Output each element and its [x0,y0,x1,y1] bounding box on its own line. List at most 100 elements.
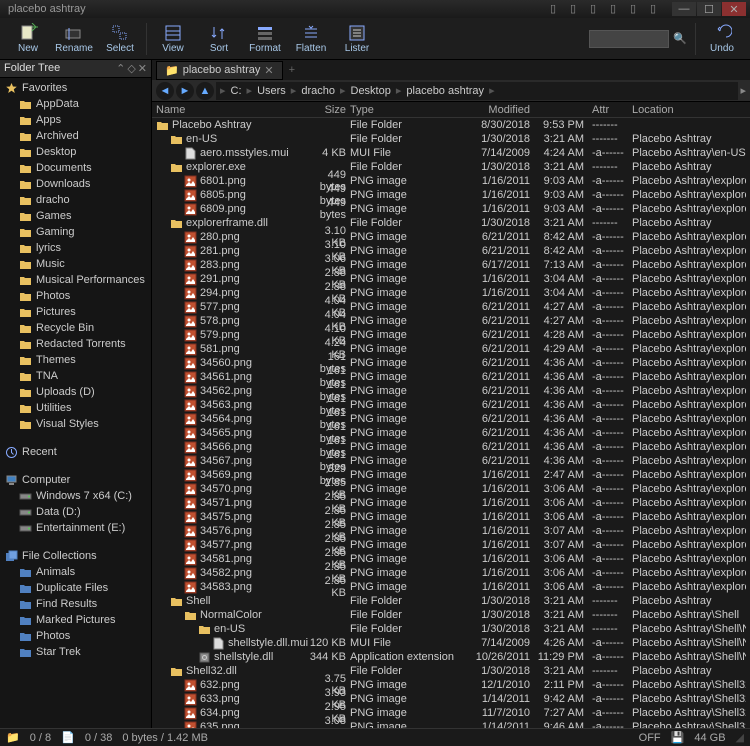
pin-icon[interactable]: ◇ [127,62,135,75]
file-row[interactable]: 578.png4.04 KBPNG image6/21/20114:27 AM-… [152,314,750,328]
sort-button[interactable]: Sort [197,21,241,56]
tab-add-icon[interactable]: + [283,64,301,76]
file-row[interactable]: 34577.png2.85 KBPNG image1/16/20113:07 A… [152,538,750,552]
sys-icon[interactable]: ▯ [610,2,624,16]
up-button[interactable]: ▲ [196,82,214,100]
select-button[interactable]: Select [98,21,142,56]
file-row[interactable]: 34560.png161 bytesPNG image6/21/20114:36… [152,356,750,370]
tree-fav-item[interactable]: Redacted Torrents [0,336,151,352]
file-row[interactable]: en-USFile Folder1/30/20183:21 AM-------P… [152,132,750,146]
search-input[interactable] [589,30,669,48]
tree-fav-item[interactable]: Apps [0,112,151,128]
file-row[interactable]: 34576.png2.85 KBPNG image1/16/20113:07 A… [152,524,750,538]
file-row[interactable]: shellstyle.dll344 KBApplication extensio… [152,650,750,664]
tree-fav-item[interactable]: Documents [0,160,151,176]
file-row[interactable]: 34583.png2.85 KBPNG image1/16/20113:06 A… [152,580,750,594]
file-row[interactable]: 581.png4.24 KBPNG image6/21/20114:29 AM-… [152,342,750,356]
breadcrumb-segment[interactable]: C: [228,85,245,97]
column-headers[interactable]: Name Size Type Modified Attr Location [152,102,750,118]
file-row[interactable]: Shell32.dllFile Folder1/30/20183:21 AM--… [152,664,750,678]
tree-computer[interactable]: Computer [0,472,151,488]
tree-coll-item[interactable]: Duplicate Files [0,580,151,596]
tree-collections[interactable]: File Collections [0,548,151,564]
tree-fav-item[interactable]: Archived [0,128,151,144]
tree-fav-item[interactable]: Photos [0,288,151,304]
tree-fav-item[interactable]: lyrics [0,240,151,256]
maximize-button[interactable]: ☐ [697,2,721,16]
file-row[interactable]: 34581.png2.85 KBPNG image1/16/20113:06 A… [152,552,750,566]
breadcrumb-segment[interactable]: Users [254,85,289,97]
file-row[interactable]: en-USFile Folder1/30/20183:21 AM-------P… [152,622,750,636]
tree-fav-item[interactable]: Pictures [0,304,151,320]
file-row[interactable]: 634.png2.95 KBPNG image11/7/20107:27 AM-… [152,706,750,720]
file-row[interactable]: 291.png2.88 KBPNG image1/16/20113:04 AM-… [152,272,750,286]
tree-fav-item[interactable]: Downloads [0,176,151,192]
file-row[interactable]: NormalColorFile Folder1/30/20183:21 AM--… [152,608,750,622]
tree-favorites[interactable]: Favorites [0,80,151,96]
file-row[interactable]: explorerframe.dllFile Folder1/30/20183:2… [152,216,750,230]
view-button[interactable]: View [151,21,195,56]
file-row[interactable]: 34563.png161 bytesPNG image6/21/20114:36… [152,398,750,412]
file-row[interactable]: 632.png3.75 KBPNG image12/1/20102:11 PM-… [152,678,750,692]
nav-more-icon[interactable]: ▸ [740,84,746,97]
file-row[interactable]: 34566.png161 bytesPNG image6/21/20114:36… [152,440,750,454]
minimize-button[interactable]: — [672,2,696,16]
forward-button[interactable]: ► [176,82,194,100]
file-list[interactable]: Placebo AshtrayFile Folder8/30/20189:53 … [152,118,750,728]
file-row[interactable]: 294.png2.88 KBPNG image1/16/20113:04 AM-… [152,286,750,300]
search-icon[interactable]: 🔍 [673,32,687,45]
file-row[interactable]: 6805.png449 bytesPNG image1/16/20119:03 … [152,188,750,202]
grip-icon[interactable]: ◢ [736,731,744,744]
breadcrumb[interactable]: ▸C:▸Users▸dracho▸Desktop▸placebo ashtray… [216,82,738,100]
file-row[interactable]: 34567.png161 bytesPNG image6/21/20114:36… [152,454,750,468]
file-row[interactable]: 34571.png2.85 KBPNG image1/16/20113:06 A… [152,496,750,510]
file-row[interactable]: 34575.png2.85 KBPNG image1/16/20113:06 A… [152,510,750,524]
file-row[interactable]: 633.png3.93 KBPNG image1/14/20119:42 AM-… [152,692,750,706]
tree-fav-item[interactable]: Music [0,256,151,272]
tree-fav-item[interactable]: Utilities [0,400,151,416]
tree-coll-item[interactable]: Marked Pictures [0,612,151,628]
tree-fav-item[interactable]: Recycle Bin [0,320,151,336]
tree-fav-item[interactable]: Themes [0,352,151,368]
file-row[interactable]: explorer.exeFile Folder1/30/20183:21 AM-… [152,160,750,174]
format-button[interactable]: Format [243,21,287,56]
file-row[interactable]: 34570.png2.85 KBPNG image1/16/20113:06 A… [152,482,750,496]
sys-icon[interactable]: ▯ [650,2,664,16]
file-row[interactable]: 34561.png161 bytesPNG image6/21/20114:36… [152,370,750,384]
undo-button[interactable]: Undo [700,21,744,56]
tree-recent[interactable]: Recent [0,444,151,460]
sys-icon[interactable]: ▯ [550,2,564,16]
file-row[interactable]: 579.png4.10 KBPNG image6/21/20114:28 AM-… [152,328,750,342]
file-row[interactable]: 34562.png161 bytesPNG image6/21/20114:36… [152,384,750,398]
flatten-button[interactable]: Flatten [289,21,333,56]
tree-fav-item[interactable]: TNA [0,368,151,384]
tree-drive-item[interactable]: Entertainment (E:) [0,520,151,536]
sys-icon[interactable]: ▯ [630,2,644,16]
file-row[interactable]: Placebo AshtrayFile Folder8/30/20189:53 … [152,118,750,132]
file-row[interactable]: 6801.png449 bytesPNG image1/16/20119:03 … [152,174,750,188]
tree-fav-item[interactable]: Gaming [0,224,151,240]
file-row[interactable]: aero.msstyles.mui4 KBMUI File7/14/20094:… [152,146,750,160]
file-row[interactable]: 577.png4.04 KBPNG image6/21/20114:27 AM-… [152,300,750,314]
file-row[interactable]: 34565.png161 bytesPNG image6/21/20114:36… [152,426,750,440]
file-row[interactable]: shellstyle.dll.mui120 KBMUI File7/14/200… [152,636,750,650]
tree-fav-item[interactable]: Musical Performances [0,272,151,288]
expand-icon[interactable]: ⌃ [116,62,125,75]
file-row[interactable]: 6809.png449 bytesPNG image1/16/20119:03 … [152,202,750,216]
file-row[interactable]: 280.png3.10 KBPNG image6/21/20118:42 AM-… [152,230,750,244]
file-row[interactable]: 281.png3.10 KBPNG image6/21/20118:42 AM-… [152,244,750,258]
tree-coll-item[interactable]: Find Results [0,596,151,612]
tree-fav-item[interactable]: Visual Styles [0,416,151,432]
breadcrumb-segment[interactable]: Desktop [348,85,394,97]
tab-active[interactable]: 📁 placebo ashtray ✕ [156,61,283,80]
tree-fav-item[interactable]: Desktop [0,144,151,160]
breadcrumb-segment[interactable]: dracho [298,85,338,97]
tree-fav-item[interactable]: dracho [0,192,151,208]
file-row[interactable]: 34569.png329 bytesPNG image1/16/20112:47… [152,468,750,482]
file-row[interactable]: 34582.png2.85 KBPNG image1/16/20113:06 A… [152,566,750,580]
tree-fav-item[interactable]: Games [0,208,151,224]
new-button[interactable]: New [6,21,50,56]
tab-close-icon[interactable]: ✕ [264,64,273,77]
rename-button[interactable]: Rename [52,21,96,56]
back-button[interactable]: ◄ [156,82,174,100]
